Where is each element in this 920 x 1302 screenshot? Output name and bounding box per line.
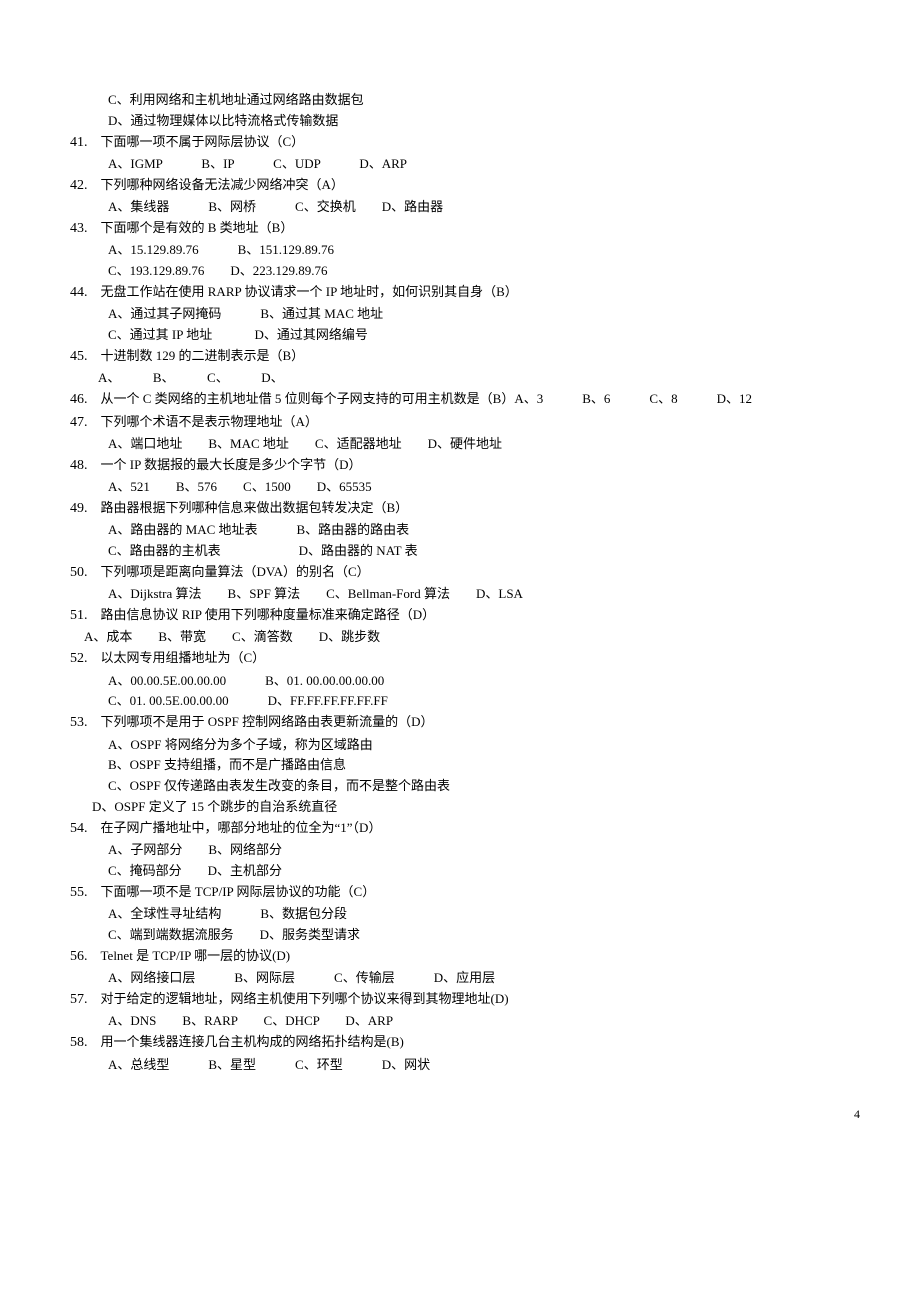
question-53-c: C、OSPF 仅传递路由表发生改变的条目，而不是整个路由表 (70, 776, 870, 797)
question-51-options: A、成本 B、带宽 C、滴答数 D、跳步数 (70, 627, 870, 648)
qtext: 下面哪个是有效的 B 类地址（B） (101, 220, 294, 235)
question-45: 45. 十进制数 129 的二进制表示是（B） (70, 346, 870, 368)
question-53-a: A、OSPF 将网络分为多个子域，称为区域路由 (70, 735, 870, 756)
question-41: 41. 下面哪一项不属于网际层协议（C） (70, 132, 870, 154)
question-58: 58. 用一个集线器连接几台主机构成的网络拓扑结构是(B) (70, 1032, 870, 1054)
qtext: 从一个 C 类网络的主机地址借 5 位则每个子网支持的可用主机数是（B）A、3 … (101, 391, 752, 406)
page-number: 4 (70, 1105, 870, 1124)
qnum: 55. (70, 885, 88, 900)
qtext: 下列哪种网络设备无法减少网络冲突（A） (101, 177, 344, 192)
qtext: 以太网专用组播地址为（C） (101, 650, 266, 665)
question-48: 48. 一个 IP 数据报的最大长度是多少个字节（D） (70, 455, 870, 477)
qnum: 49. (70, 501, 88, 516)
question-56-options: A、网络接口层 B、网际层 C、传输层 D、应用层 (70, 968, 870, 989)
pre-option-d: D、通过物理媒体以比特流格式传输数据 (70, 111, 870, 132)
question-49-options-1: A、路由器的 MAC 地址表 B、路由器的路由表 (70, 520, 870, 541)
qnum: 52. (70, 651, 88, 666)
question-58-options: A、总线型 B、星型 C、环型 D、网状 (70, 1055, 870, 1076)
question-50-options: A、Dijkstra 算法 B、SPF 算法 C、Bellman-Ford 算法… (70, 584, 870, 605)
question-42-options: A、集线器 B、网桥 C、交换机 D、路由器 (70, 197, 870, 218)
question-43-options-2: C、193.129.89.76 D、223.129.89.76 (70, 261, 870, 282)
pre-option-c: C、利用网络和主机地址通过网络路由数据包 (70, 90, 870, 111)
qnum: 44. (70, 285, 88, 300)
question-52: 52. 以太网专用组播地址为（C） (70, 648, 870, 670)
question-51: 51. 路由信息协议 RIP 使用下列哪种度量标准来确定路径（D） (70, 605, 870, 627)
qtext: 十进制数 129 的二进制表示是（B） (101, 348, 305, 363)
qtext: 路由器根据下列哪种信息来做出数据包转发决定（B） (101, 500, 409, 515)
qnum: 42. (70, 178, 88, 193)
qnum: 51. (70, 608, 88, 623)
question-57-options: A、DNS B、RARP C、DHCP D、ARP (70, 1011, 870, 1032)
question-52-options-1: A、00.00.5E.00.00.00 B、01. 00.00.00.00.00 (70, 671, 870, 692)
question-55-options-1: A、全球性寻址结构 B、数据包分段 (70, 904, 870, 925)
qnum: 50. (70, 565, 88, 580)
question-49-options-2: C、路由器的主机表 D、路由器的 NAT 表 (70, 541, 870, 562)
question-42: 42. 下列哪种网络设备无法减少网络冲突（A） (70, 175, 870, 197)
qtext: 下面哪一项不属于网际层协议（C） (101, 134, 305, 149)
question-43-options-1: A、15.129.89.76 B、151.129.89.76 (70, 240, 870, 261)
question-48-options: A、521 B、576 C、1500 D、65535 (70, 477, 870, 498)
question-47: 47. 下列哪个术语不是表示物理地址（A） (70, 412, 870, 434)
question-49: 49. 路由器根据下列哪种信息来做出数据包转发决定（B） (70, 498, 870, 520)
qtext: 下列哪项不是用于 OSPF 控制网络路由表更新流量的（D） (101, 714, 434, 729)
question-44: 44. 无盘工作站在使用 RARP 协议请求一个 IP 地址时，如何识别其自身（… (70, 282, 870, 304)
question-44-options-1: A、通过其子网掩码 B、通过其 MAC 地址 (70, 304, 870, 325)
question-54: 54. 在子网广播地址中，哪部分地址的位全为“1”（D） (70, 818, 870, 840)
question-41-options: A、IGMP B、IP C、UDP D、ARP (70, 154, 870, 175)
question-50: 50. 下列哪项是距离向量算法（DVA）的别名（C） (70, 562, 870, 584)
question-45-options: A、 B、 C、 D、 (70, 368, 870, 389)
qtext: 对于给定的逻辑地址，网络主机使用下列哪个协议来得到其物理地址(D) (101, 991, 509, 1006)
qtext: 用一个集线器连接几台主机构成的网络拓扑结构是(B) (101, 1034, 404, 1049)
qnum: 56. (70, 949, 88, 964)
question-54-options-2: C、掩码部分 D、主机部分 (70, 861, 870, 882)
question-46: 46. 从一个 C 类网络的主机地址借 5 位则每个子网支持的可用主机数是（B）… (70, 389, 870, 411)
qtext: Telnet 是 TCP/IP 哪一层的协议(D) (101, 948, 291, 963)
question-53: 53. 下列哪项不是用于 OSPF 控制网络路由表更新流量的（D） (70, 712, 870, 734)
qnum: 41. (70, 135, 88, 150)
qtext: 下列哪个术语不是表示物理地址（A） (101, 414, 318, 429)
question-44-options-2: C、通过其 IP 地址 D、通过其网络编号 (70, 325, 870, 346)
qnum: 58. (70, 1035, 88, 1050)
qnum: 54. (70, 821, 88, 836)
qtext: 无盘工作站在使用 RARP 协议请求一个 IP 地址时，如何识别其自身（B） (101, 284, 518, 299)
qnum: 57. (70, 992, 88, 1007)
question-56: 56. Telnet 是 TCP/IP 哪一层的协议(D) (70, 946, 870, 968)
question-43: 43. 下面哪个是有效的 B 类地址（B） (70, 218, 870, 240)
question-52-options-2: C、01. 00.5E.00.00.00 D、FF.FF.FF.FF.FF.FF (70, 691, 870, 712)
qtext: 一个 IP 数据报的最大长度是多少个字节（D） (101, 457, 362, 472)
qtext: 在子网广播地址中，哪部分地址的位全为“1”（D） (101, 820, 382, 835)
qnum: 46. (70, 392, 88, 407)
question-53-b: B、OSPF 支持组播，而不是广播路由信息 (70, 755, 870, 776)
question-54-options-1: A、子网部分 B、网络部分 (70, 840, 870, 861)
qtext: 下面哪一项不是 TCP/IP 网际层协议的功能（C） (101, 884, 376, 899)
question-55: 55. 下面哪一项不是 TCP/IP 网际层协议的功能（C） (70, 882, 870, 904)
question-53-d: D、OSPF 定义了 15 个跳步的自治系统直径 (70, 797, 870, 818)
qnum: 47. (70, 415, 88, 430)
qnum: 45. (70, 349, 88, 364)
qtext: 路由信息协议 RIP 使用下列哪种度量标准来确定路径（D） (101, 607, 436, 622)
qtext: 下列哪项是距离向量算法（DVA）的别名（C） (101, 564, 370, 579)
qnum: 53. (70, 715, 88, 730)
question-57: 57. 对于给定的逻辑地址，网络主机使用下列哪个协议来得到其物理地址(D) (70, 989, 870, 1011)
question-47-options: A、端口地址 B、MAC 地址 C、适配器地址 D、硬件地址 (70, 434, 870, 455)
qnum: 48. (70, 458, 88, 473)
qnum: 43. (70, 221, 88, 236)
question-55-options-2: C、端到端数据流服务 D、服务类型请求 (70, 925, 870, 946)
